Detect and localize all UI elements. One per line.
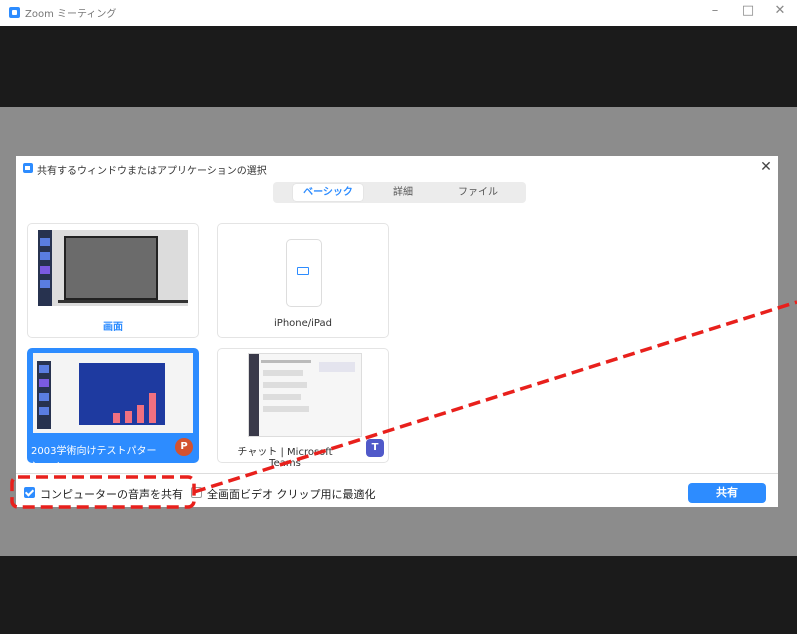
share-sound-label: コンピューターの音声を共有 bbox=[40, 488, 183, 501]
teams-icon: T bbox=[366, 439, 384, 457]
share-option-powerpoint[interactable]: 2003学術向けテストパターン.ppt -... P bbox=[27, 348, 199, 472]
share-option-iphone-ipad[interactable]: iPhone/iPad bbox=[217, 223, 389, 338]
tab-bar: ベーシック 詳細 ファイル bbox=[273, 182, 526, 203]
card-label-screen: 画面 bbox=[103, 322, 123, 333]
dialog-title: 共有するウィンドウまたはアプリケーションの選択 bbox=[37, 166, 267, 177]
tab-basic[interactable]: ベーシック bbox=[293, 184, 363, 201]
screen-thumbnail bbox=[38, 230, 188, 306]
share-option-teams[interactable]: チャット | Microsoft Teams T bbox=[217, 348, 389, 469]
card-label-teams: チャット | Microsoft Teams bbox=[237, 447, 333, 469]
meeting-area-top bbox=[0, 26, 797, 107]
optimize-video-checkbox[interactable] bbox=[191, 487, 202, 498]
title-bar: Zoom ミーティング – □ ✕ bbox=[0, 0, 797, 26]
phone-icon bbox=[286, 239, 322, 307]
share-option-screen[interactable]: 画面 bbox=[27, 223, 199, 338]
airplay-icon bbox=[297, 267, 309, 275]
card-label-powerpoint: 2003学術向けテストパターン.ppt -... bbox=[31, 446, 157, 472]
tab-advanced[interactable]: 詳細 bbox=[373, 184, 433, 201]
dialog-footer: コンピューターの音声を共有 全画面ビデオ クリップ用に最適化 共有 bbox=[16, 473, 778, 508]
share-icon bbox=[23, 163, 33, 173]
maximize-button[interactable]: □ bbox=[738, 3, 758, 18]
zoom-logo-icon bbox=[9, 7, 20, 18]
share-dialog: 共有するウィンドウまたはアプリケーションの選択 ✕ ベーシック 詳細 ファイル … bbox=[16, 156, 778, 507]
optimize-video-label: 全画面ビデオ クリップ用に最適化 bbox=[207, 488, 376, 501]
window-title: Zoom ミーティング bbox=[25, 9, 117, 20]
share-button[interactable]: 共有 bbox=[688, 483, 766, 503]
dialog-header: 共有するウィンドウまたはアプリケーションの選択 ✕ bbox=[16, 156, 778, 182]
teams-thumbnail bbox=[248, 353, 362, 437]
window-close-button[interactable]: ✕ bbox=[770, 3, 790, 18]
minimize-button[interactable]: – bbox=[705, 3, 725, 18]
tab-files[interactable]: ファイル bbox=[443, 184, 513, 201]
meeting-area-bottom bbox=[0, 556, 797, 634]
card-label-iphone-ipad: iPhone/iPad bbox=[274, 318, 332, 329]
powerpoint-thumbnail bbox=[33, 353, 193, 433]
dialog-close-button[interactable]: ✕ bbox=[759, 159, 773, 175]
powerpoint-icon: P bbox=[175, 438, 193, 456]
share-sound-checkbox[interactable] bbox=[24, 487, 35, 498]
